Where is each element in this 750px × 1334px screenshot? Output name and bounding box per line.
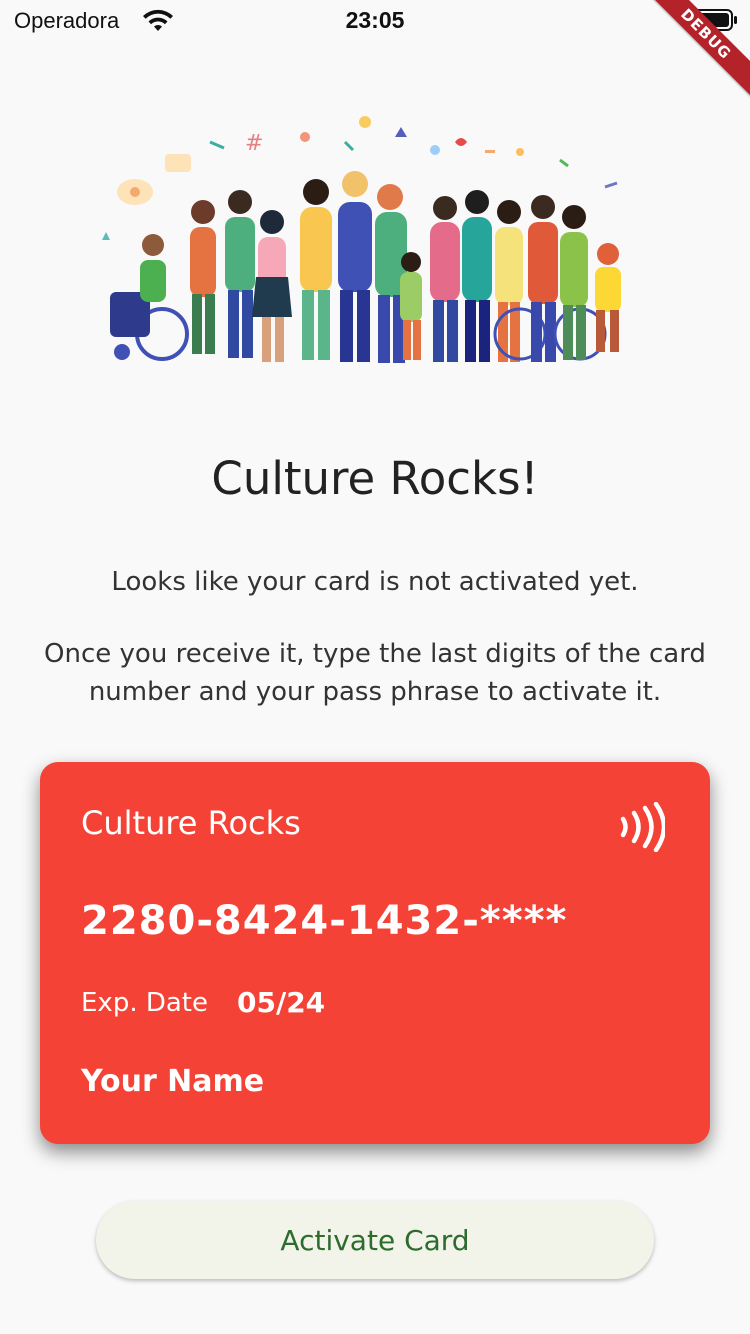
status-bar: Operadora 23:05 xyxy=(0,0,750,42)
card-holder-name: Your Name xyxy=(81,1064,265,1099)
card-number: 2280-8424-1432-**** xyxy=(81,898,568,944)
card-brand: Culture Rocks xyxy=(81,804,301,842)
exp-date-value: 05/24 xyxy=(237,986,326,1019)
clock: 23:05 xyxy=(345,7,405,33)
activate-card-button[interactable]: Activate Card xyxy=(96,1201,654,1279)
instructions-message: Once you receive it, type the last digit… xyxy=(0,635,750,711)
nfc-icon xyxy=(620,802,665,852)
instructions-line-2: number and your pass phrase to activate … xyxy=(88,677,662,707)
instructions-line-1: Once you receive it, type the last digit… xyxy=(44,639,706,669)
svg-text:#: # xyxy=(245,131,263,156)
exp-date-label: Exp. Date xyxy=(81,988,208,1018)
status-message: Looks like your card is not activated ye… xyxy=(111,567,639,597)
page-title: Culture Rocks! xyxy=(211,452,539,505)
crowd-illustration: # xyxy=(102,116,621,363)
membership-card: Culture Rocks 2280-8424-1432-**** Exp. D… xyxy=(40,762,710,1144)
